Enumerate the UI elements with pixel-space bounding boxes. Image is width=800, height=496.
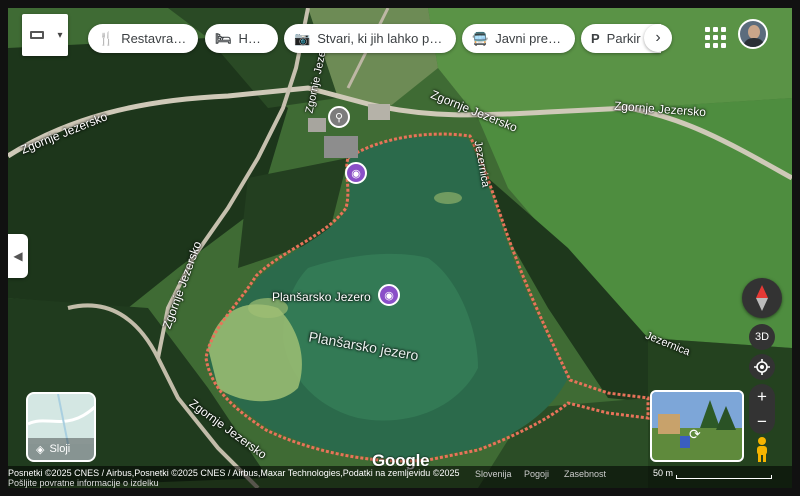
chip-restaurants[interactable]: 🍴 Restavracije bbox=[88, 24, 198, 53]
attribution-text: Posnetki ©2025 CNES / Airbus,Posnetki ©2… bbox=[8, 468, 460, 478]
parking-icon: P bbox=[591, 31, 600, 46]
satellite-map[interactable]: Zgornje Jezersko Zgornje Jezersko Zgornj… bbox=[8, 8, 792, 488]
zoom-in-icon[interactable]: + bbox=[757, 388, 767, 405]
camera-icon[interactable]: ◉ bbox=[378, 284, 400, 306]
fork-knife-icon: 🍴 bbox=[98, 30, 115, 46]
chevron-left-icon: ◀ bbox=[13, 249, 23, 263]
chip-things-to-do[interactable]: 📷 Stvari, ki jih lahko po... bbox=[284, 24, 456, 53]
app-frame: Zgornje Jezersko Zgornje Jezersko Zgornj… bbox=[0, 0, 800, 496]
map-type-switch[interactable]: ▾ bbox=[22, 14, 68, 56]
avatar[interactable] bbox=[738, 19, 768, 49]
scale-bar bbox=[676, 475, 772, 479]
street-view-preview[interactable]: ⟳ bbox=[650, 390, 744, 462]
zoom-control[interactable]: + − bbox=[749, 384, 775, 434]
chevron-down-icon[interactable]: ▾ bbox=[52, 14, 68, 56]
keyboard-icon[interactable] bbox=[22, 14, 52, 56]
chip-label: Hoteli bbox=[238, 31, 268, 46]
layers-icon: ◈ bbox=[36, 443, 45, 456]
map-footer: Posnetki ©2025 CNES / Airbus,Posnetki ©2… bbox=[8, 466, 792, 488]
my-location-icon[interactable] bbox=[749, 354, 775, 380]
fork-knife-icon[interactable]: ⚲ bbox=[328, 106, 350, 128]
layers-label: Sloji bbox=[49, 443, 71, 455]
bed-icon: 🛏 bbox=[215, 30, 232, 46]
apps-grid-icon[interactable] bbox=[702, 24, 728, 50]
zoom-out-icon[interactable]: − bbox=[757, 413, 767, 430]
chip-label: Restavracije bbox=[121, 31, 188, 46]
collapse-side-panel-button[interactable]: ◀ bbox=[8, 234, 28, 278]
poi-label[interactable]: Planšarsko Jezero bbox=[272, 290, 371, 304]
pegman-icon[interactable] bbox=[754, 436, 770, 462]
compass-icon[interactable] bbox=[742, 278, 782, 318]
chip-transit[interactable]: 🚍 Javni prevoz bbox=[462, 24, 575, 53]
layers-button[interactable]: ◈ Sloji bbox=[26, 392, 96, 462]
3d-toggle-button[interactable]: 3D bbox=[749, 324, 775, 350]
privacy-link[interactable]: Zasebnost bbox=[564, 469, 606, 479]
chip-label: Parkir bbox=[606, 31, 641, 46]
chip-label: Stvari, ki jih lahko po... bbox=[317, 31, 446, 46]
chip-label: Javni prevoz bbox=[495, 31, 565, 46]
chip-hotels[interactable]: 🛏 Hoteli bbox=[205, 24, 278, 53]
terms-link[interactable]: Pogoji bbox=[524, 469, 549, 479]
rotate-360-icon: ⟳ bbox=[689, 426, 701, 442]
feedback-link[interactable]: Pošljite povratne informacije o izdelku bbox=[8, 478, 159, 488]
camera-icon: 📷 bbox=[294, 30, 311, 46]
scale-label: 50 m bbox=[653, 468, 674, 478]
chevron-right-icon[interactable]: › bbox=[644, 24, 672, 52]
camera-icon[interactable]: ◉ bbox=[345, 162, 367, 184]
country-link[interactable]: Slovenija bbox=[475, 469, 512, 479]
bus-icon: 🚍 bbox=[472, 30, 489, 46]
